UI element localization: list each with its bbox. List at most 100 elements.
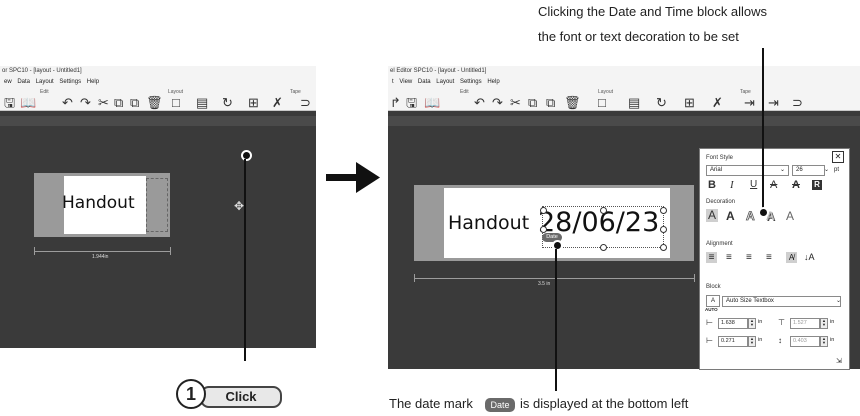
decoration-bold-button[interactable]: A (726, 209, 735, 223)
delete-icon[interactable]: 🗑 (564, 96, 581, 109)
delete-icon[interactable]: 🗑 (146, 96, 163, 109)
position-y-input[interactable]: 0.271 (718, 336, 748, 347)
dimension-label: 3.5 in (538, 281, 551, 287)
font-size-select[interactable]: 26 (792, 165, 825, 176)
decoration-frame-button[interactable]: A (786, 209, 794, 223)
fit-icon[interactable]: ✗ (272, 96, 283, 109)
chevron-down-icon[interactable]: ⌄ (824, 165, 829, 175)
tape-icon[interactable]: ⊃ (792, 96, 803, 109)
selection-handle[interactable] (600, 244, 607, 251)
frame-icon[interactable]: □ (598, 96, 606, 109)
position-x-stepper[interactable]: ▲ ▼ (748, 318, 756, 329)
auto-size-icon[interactable]: A (706, 295, 720, 307)
horizontal-ruler (0, 116, 316, 126)
unit-label: in (758, 337, 763, 343)
selection-handle[interactable] (660, 226, 667, 233)
chevron-down-icon[interactable]: ⌄ (836, 296, 841, 306)
underline-button[interactable]: U (750, 179, 757, 190)
rotate-icon[interactable]: ↻ (656, 96, 667, 109)
align-right-icon[interactable]: ≡ (746, 252, 752, 263)
menu-help[interactable]: Help (487, 79, 499, 85)
menu-settings[interactable]: Settings (59, 79, 81, 85)
menu-help[interactable]: Help (87, 79, 99, 85)
book-icon[interactable]: 📖 (424, 96, 440, 109)
save-icon[interactable]: 🖫 (406, 96, 417, 109)
paste-icon[interactable]: ⧉ (130, 96, 139, 109)
undo-icon[interactable]: ↶ (62, 96, 73, 109)
width-stepper[interactable]: ▲ ▼ (820, 318, 828, 329)
chevron-down-icon[interactable]: ⌄ (780, 165, 785, 175)
menu-view[interactable]: ew (4, 79, 12, 85)
book-icon[interactable]: 📖 (20, 96, 36, 109)
align-justify-icon[interactable]: ≡ (766, 252, 772, 263)
menu-settings[interactable]: Settings (460, 79, 482, 85)
selection-handle[interactable] (660, 244, 667, 251)
undo-icon[interactable]: ↶ (474, 96, 485, 109)
paste-icon[interactable]: ⧉ (546, 96, 555, 109)
menu-layout[interactable]: Layout (436, 79, 454, 85)
tape-length-icon[interactable]: ⇥ (744, 96, 755, 109)
rotate-icon[interactable]: ↻ (222, 96, 233, 109)
properties-panel: Font Style ✕ Arial ⌄ 26 ⌄ pt B I U A A R… (699, 148, 850, 370)
frame-icon[interactable]: □ (172, 96, 180, 109)
selection-handle[interactable] (540, 207, 547, 214)
save-icon[interactable]: 🖫 (4, 96, 15, 109)
copy-icon[interactable]: ⧉ (528, 96, 537, 109)
vertical-text-icon[interactable]: ↓A (804, 252, 815, 263)
label-text[interactable]: Handout (448, 212, 529, 234)
label-text[interactable]: Handout (62, 193, 135, 213)
position-y-stepper[interactable]: ▲ ▼ (748, 336, 756, 347)
width-icon: ⊤ (778, 318, 785, 327)
grid-icon[interactable]: ⊞ (248, 96, 259, 109)
reverse-button[interactable]: R (812, 180, 822, 190)
canvas-area[interactable]: Handout 1.944in ✥ (0, 126, 316, 348)
selection-handle[interactable] (540, 226, 547, 233)
redo-icon[interactable]: ↷ (80, 96, 91, 109)
redo-icon[interactable]: ↷ (492, 96, 503, 109)
top-annotation-line2: the font or text decoration to be set (538, 29, 739, 44)
bottom-annotation-suffix: is displayed at the bottom left (520, 396, 689, 411)
position-x-input[interactable]: 1.638 (718, 318, 748, 329)
fit-icon[interactable]: ✗ (712, 96, 723, 109)
tape-margin-icon[interactable]: ⇥ (768, 96, 779, 109)
open-icon[interactable]: ↱ (390, 96, 401, 109)
cut-icon[interactable]: ✂ (510, 96, 521, 109)
width-input[interactable]: 1.527 (790, 318, 820, 329)
close-icon[interactable]: ✕ (832, 151, 844, 163)
strikethrough-bold-button[interactable]: A (792, 179, 800, 191)
block-mode-select[interactable]: Auto Size Textbox (722, 296, 841, 307)
position-y-icon: ⊢ (706, 336, 713, 345)
grid-icon[interactable]: ⊞ (684, 96, 695, 109)
toolbar-group-edit: Edit (460, 89, 469, 95)
menu-view[interactable]: View (399, 79, 412, 85)
align-icon[interactable]: ▤ (628, 96, 640, 109)
menu-layout[interactable]: Layout (36, 79, 54, 85)
text-block-outline[interactable] (146, 178, 168, 232)
italic-button[interactable]: I (730, 179, 734, 191)
cut-icon[interactable]: ✂ (98, 96, 109, 109)
menu-data[interactable]: Data (17, 79, 30, 85)
text-fit-icon[interactable]: A̸ (786, 252, 797, 263)
height-icon: ↕ (778, 336, 782, 345)
strikethrough-button[interactable]: A (770, 179, 777, 191)
click-label: Click (200, 386, 282, 408)
menu-edit[interactable]: t (392, 79, 394, 85)
decoration-normal-button[interactable]: A (706, 209, 718, 222)
align-icon[interactable]: ▤ (196, 96, 208, 109)
align-center-icon[interactable]: ≡ (726, 252, 732, 263)
align-left-icon[interactable]: ≡ (706, 252, 717, 263)
font-style-heading: Font Style (706, 155, 734, 161)
height-stepper[interactable]: ▲ ▼ (820, 336, 828, 347)
tape-icon[interactable]: ⊃ (300, 96, 311, 109)
bottom-annotation-prefix: The date mark (389, 396, 473, 411)
bold-button[interactable]: B (708, 179, 716, 191)
selection-handle[interactable] (600, 207, 607, 214)
menu-data[interactable]: Data (418, 79, 431, 85)
font-name-select[interactable]: Arial (706, 165, 789, 176)
height-input[interactable]: 0.403 (790, 336, 820, 347)
resize-grip-icon[interactable]: ⇲ (836, 357, 842, 365)
window-title-right: el Editor SPC10 - [layout - Untitled1] (388, 66, 860, 77)
selection-handle[interactable] (660, 207, 667, 214)
decoration-outline-button[interactable]: A (746, 209, 755, 224)
copy-icon[interactable]: ⧉ (114, 96, 123, 109)
